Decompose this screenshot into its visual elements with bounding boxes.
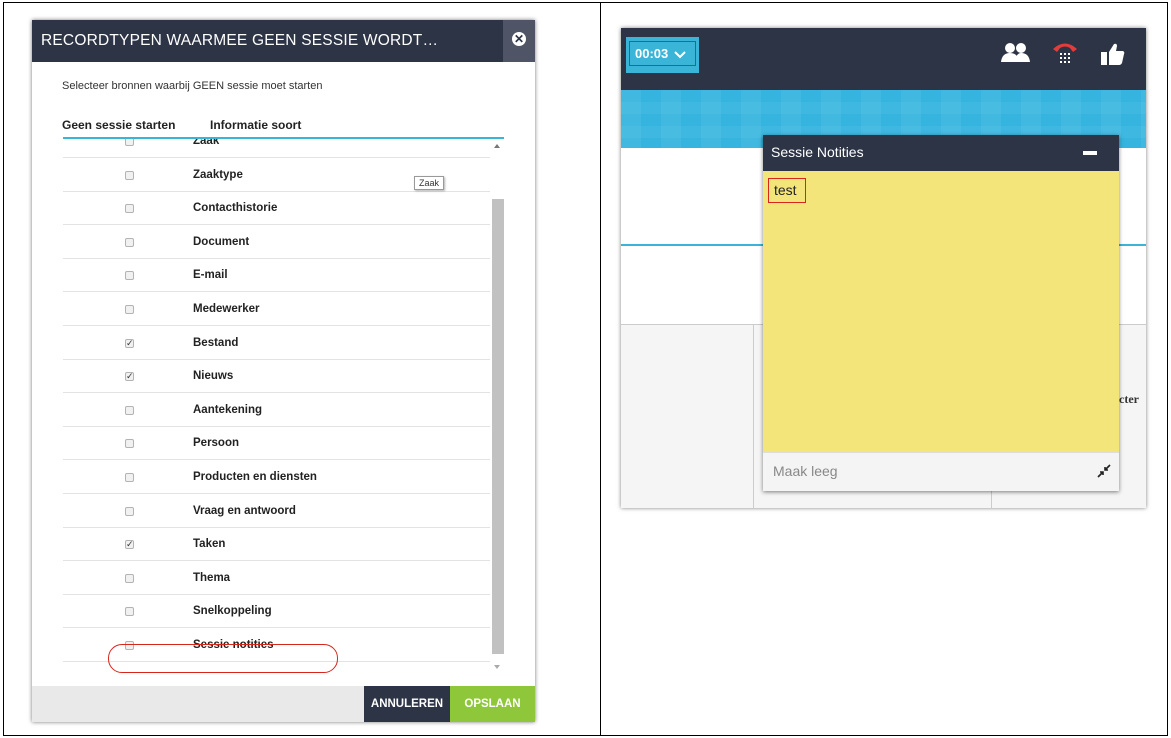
save-button[interactable]: OPSLAAN	[450, 686, 535, 722]
thumbs-up-icon[interactable]	[1100, 42, 1126, 66]
record-type-label: Snelkoppeling	[193, 605, 272, 618]
checkbox[interactable]: ✓	[125, 372, 134, 382]
timer-value: 00:03	[635, 46, 669, 61]
highlight-annotation	[108, 644, 338, 673]
list-scrollbar[interactable]	[492, 139, 504, 671]
record-type-label: Zaaktype	[193, 168, 243, 181]
checkbox[interactable]: ✓	[125, 338, 134, 348]
record-type-label: Taken	[193, 538, 226, 551]
close-icon: ✕	[512, 32, 526, 46]
dialog-header: RECORDTYPEN WAARMEE GEEN SESSIE WORDT… ✕	[32, 20, 535, 62]
checkbox[interactable]	[125, 271, 134, 281]
notes-title: Sessie Notities	[771, 144, 864, 160]
scroll-up-icon[interactable]	[494, 144, 500, 148]
notes-header: Sessie Notities	[763, 135, 1119, 171]
list-item: Aantekening	[63, 394, 490, 427]
notes-textarea[interactable]: test	[768, 178, 806, 203]
clear-notes-link[interactable]: Maak leeg	[773, 463, 838, 479]
record-type-label: Contacthistorie	[193, 202, 278, 215]
chevron-down-icon	[674, 50, 686, 58]
record-type-label: Vraag en antwoord	[193, 504, 296, 517]
record-type-label: Persoon	[193, 437, 240, 450]
checkbox[interactable]	[125, 473, 134, 482]
panel-divider	[600, 2, 601, 736]
record-type-label: Bestand	[193, 336, 239, 349]
record-type-label: Nieuws	[193, 370, 234, 383]
checkbox[interactable]	[125, 204, 134, 214]
top-bar: 00:03	[621, 28, 1146, 90]
checkbox[interactable]: ✓	[125, 540, 134, 550]
list-item: Thema	[63, 562, 490, 595]
dialog-footer: ANNULEREN OPSLAAN	[32, 686, 535, 722]
list-item: Snelkoppeling	[63, 595, 490, 629]
scroll-down-icon[interactable]	[494, 665, 500, 669]
notes-footer: Maak leeg	[763, 452, 1119, 491]
people-icon[interactable]	[999, 42, 1033, 64]
list-item: Zaak	[63, 139, 490, 158]
record-types-dialog: RECORDTYPEN WAARMEE GEEN SESSIE WORDT… ✕…	[32, 20, 535, 722]
column-header-no-session: Geen sessie starten	[62, 118, 176, 132]
list-item: ✓ Nieuws	[63, 360, 490, 394]
tooltip: Zaak	[414, 176, 445, 190]
record-type-label: Aantekening	[193, 403, 263, 416]
phone-icon[interactable]	[1051, 40, 1079, 66]
checkbox[interactable]	[125, 237, 134, 247]
checkbox[interactable]	[125, 405, 134, 415]
record-type-label: E-mail	[193, 269, 228, 282]
checkbox[interactable]	[125, 506, 134, 516]
record-type-label: Thema	[193, 571, 231, 584]
minimize-icon[interactable]	[1083, 151, 1097, 155]
list-item: Contacthistorie	[63, 192, 490, 226]
list-item: Medewerker	[63, 293, 490, 326]
dialog-subtitle: Selecteer bronnen waarbij GEEN sessie mo…	[62, 80, 323, 92]
checkbox[interactable]	[125, 170, 134, 180]
list-item: ✓ Taken	[63, 528, 490, 562]
list-item: ✓ Bestand	[63, 327, 490, 360]
record-type-label: Zaak	[193, 139, 220, 147]
session-notes-panel: Sessie Notities test Maak leeg	[763, 135, 1119, 491]
checkbox[interactable]	[125, 573, 134, 583]
column-header-info-type: Informatie soort	[210, 118, 302, 132]
checkbox[interactable]	[125, 607, 134, 617]
checkbox[interactable]	[125, 439, 134, 449]
close-button[interactable]: ✕	[503, 20, 535, 62]
dialog-title: RECORDTYPEN WAARMEE GEEN SESSIE WORDT…	[41, 32, 439, 49]
record-type-label: Medewerker	[193, 303, 260, 315]
list-item: Persoon	[63, 427, 490, 461]
list-item: E-mail	[63, 259, 490, 293]
record-type-label: Producten en diensten	[193, 471, 317, 483]
cancel-button[interactable]: ANNULEREN	[364, 686, 450, 722]
list-item: Vraag en antwoord	[63, 495, 490, 528]
record-type-list: Zaak Zaaktype Contacthistorie Document E-mai…	[63, 139, 490, 671]
shrink-icon[interactable]	[1097, 464, 1111, 478]
checkbox[interactable]	[125, 139, 134, 146]
scroll-thumb[interactable]	[492, 199, 504, 654]
checkbox[interactable]	[125, 305, 134, 314]
session-timer-button[interactable]: 00:03	[626, 37, 699, 73]
list-item: Document	[63, 226, 490, 259]
column-divider	[753, 325, 754, 508]
timer-display: 00:03	[629, 41, 696, 66]
record-type-label: Document	[193, 235, 250, 248]
list-item: Producten en diensten	[63, 461, 490, 494]
